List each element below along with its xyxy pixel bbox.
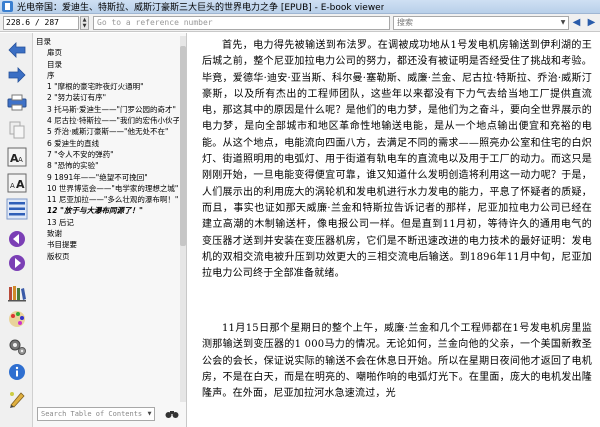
- app-icon: [2, 1, 13, 12]
- toc-item[interactable]: 11 尼亚加拉——"多么壮观的瀑布啊！": [33, 194, 179, 205]
- toc-search-input[interactable]: Search Table of Contents: [37, 407, 155, 421]
- toc-heading[interactable]: 目录: [33, 36, 179, 47]
- search-dropdown-icon[interactable]: ▼: [558, 17, 568, 29]
- edit-icon[interactable]: [6, 388, 28, 410]
- toc-item[interactable]: 13 后记: [33, 217, 179, 228]
- binoculars-icon[interactable]: [164, 407, 180, 421]
- toc-item[interactable]: 扉页: [33, 47, 179, 58]
- reading-area: 首先，电力得先被输送到布法罗。在调被成功地从1号发电机房输送到伊利湖的王后城之前…: [188, 33, 600, 427]
- toc-item-current[interactable]: 12 "放于与大瀑布同源了！": [33, 205, 179, 216]
- copy-icon[interactable]: [6, 119, 28, 141]
- toc-item[interactable]: 1 "摩根的豪宅昨夜灯火通明": [33, 81, 179, 92]
- window-title: 光电帝国：爱迪生、特斯拉、威斯汀豪斯三大巨头的世界电力之争 [EPUB] - E…: [17, 3, 385, 13]
- toc-item[interactable]: 5 乔治·威斯汀豪斯——"他无处不在": [33, 126, 179, 137]
- search-input[interactable]: 搜索: [393, 16, 569, 30]
- toc-item[interactable]: 9 1891年——"绝望不可挽回": [33, 172, 179, 183]
- toc-icon[interactable]: [6, 198, 28, 220]
- svg-text:A: A: [10, 182, 15, 190]
- position-field[interactable]: 228.6 / 287: [3, 16, 79, 30]
- title-bar: 光电帝国：爱迪生、特斯拉、威斯汀豪斯三大巨头的世界电力之争 [EPUB] - E…: [0, 0, 600, 14]
- font-smaller-icon[interactable]: AA: [6, 172, 28, 194]
- position-spinner[interactable]: ▲ ▼: [80, 16, 89, 30]
- library-icon[interactable]: [6, 282, 28, 304]
- svg-text:A: A: [16, 178, 25, 191]
- toc-item[interactable]: 版权页: [33, 251, 179, 262]
- toc-item[interactable]: 序: [33, 70, 179, 81]
- toc-search-dropdown-icon[interactable]: ▼: [145, 408, 154, 420]
- toc-list: 目录 扉页 目录 序 1 "摩根的豪宅昨夜灯火通明" 2 "努力装订有序" 3 …: [33, 36, 179, 402]
- toc-item[interactable]: 书目提要: [33, 239, 179, 250]
- toc-panel: 目录 扉页 目录 序 1 "摩根的豪宅昨夜灯火通明" 2 "努力装订有序" 3 …: [33, 33, 187, 427]
- side-toolbar: AA AA: [0, 33, 33, 427]
- toc-item[interactable]: 8 "恐怖的实验": [33, 160, 179, 171]
- print-icon[interactable]: [6, 91, 28, 113]
- find-previous-icon[interactable]: ◀: [570, 16, 583, 30]
- find-next-icon[interactable]: ▶: [585, 16, 598, 30]
- forward-arrow-icon[interactable]: [6, 64, 28, 86]
- toc-scrollbar[interactable]: [180, 36, 186, 402]
- svg-text:A: A: [18, 156, 23, 164]
- back-arrow-icon[interactable]: [6, 39, 28, 61]
- toc-item[interactable]: 致谢: [33, 228, 179, 239]
- reference-input[interactable]: Go to a reference number: [93, 16, 390, 30]
- toc-item[interactable]: 6 爱迪生的直线: [33, 138, 179, 149]
- toc-scrollbar-thumb[interactable]: [180, 46, 186, 246]
- theme-icon[interactable]: [6, 308, 28, 330]
- font-larger-icon[interactable]: AA: [6, 146, 28, 168]
- toc-item[interactable]: 7 "令人不安的弹药": [33, 149, 179, 160]
- toc-item[interactable]: 4 尼古拉·特斯拉——"我们的宏伟小伙子": [33, 115, 179, 126]
- toc-item[interactable]: 目录: [33, 59, 179, 70]
- toc-item[interactable]: 10 世界博览会——"电学家的理想之城": [33, 183, 179, 194]
- navigation-bar: 228.6 / 287 ▲ ▼ Go to a reference number …: [0, 14, 600, 32]
- paragraph: 首先，电力得先被输送到布法罗。在调被成功地从1号发电机房输送到伊利湖的王后城之前…: [202, 40, 592, 280]
- next-icon[interactable]: [6, 252, 28, 274]
- info-icon[interactable]: [6, 361, 28, 383]
- previous-icon[interactable]: [6, 228, 28, 250]
- paragraph: 11月15日那个星期日的整个上午，威廉·兰金和几个工程师都在1号发电机房里监测那…: [202, 323, 592, 400]
- toc-item[interactable]: 2 "努力装订有序": [33, 92, 179, 103]
- settings-icon[interactable]: [6, 335, 28, 357]
- toc-item[interactable]: 3 托马斯·爱迪生——"门罗公园的奇才": [33, 104, 179, 115]
